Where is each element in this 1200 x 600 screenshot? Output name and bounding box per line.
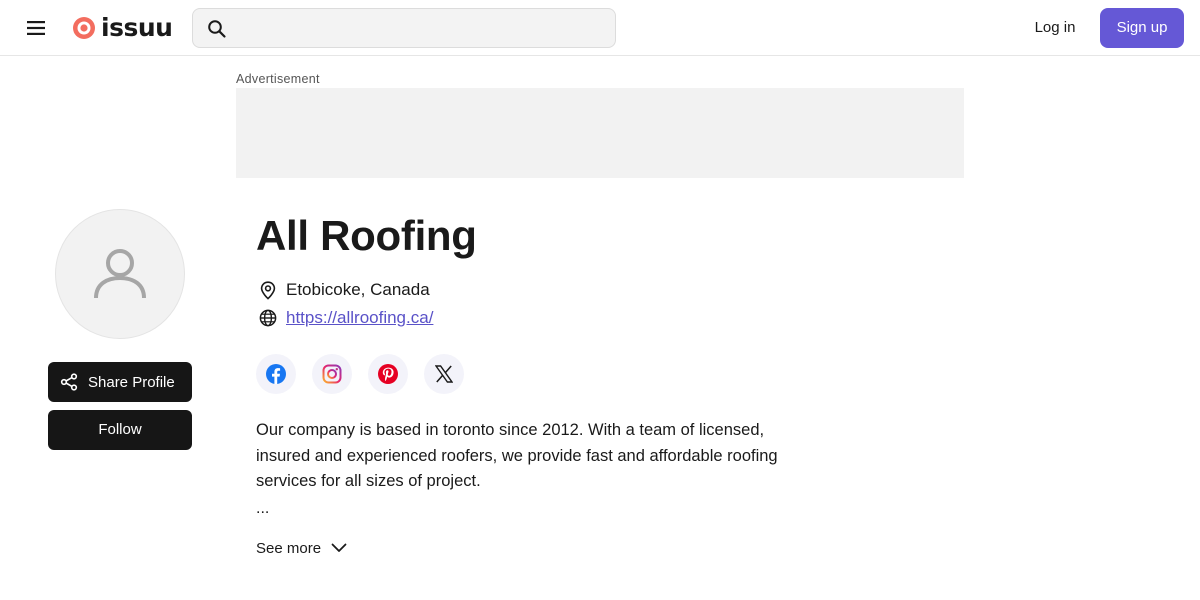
user-placeholder-icon [94, 249, 146, 299]
share-profile-button[interactable]: Share Profile [48, 362, 192, 402]
bio-ellipsis: ... [256, 500, 270, 517]
location-text: Etobicoke, Canada [286, 280, 430, 299]
login-link[interactable]: Log in [1022, 8, 1088, 48]
search-icon [208, 20, 226, 38]
instagram-link[interactable] [312, 354, 352, 394]
facebook-link[interactable] [256, 354, 296, 394]
profile-name: All Roofing [256, 212, 477, 259]
profile-bio: Our company is based in toronto since 20… [256, 421, 778, 490]
menu-icon [27, 21, 45, 35]
share-icon [60, 373, 78, 391]
logo-text: issuu [101, 13, 173, 42]
follow-button[interactable]: Follow [48, 410, 192, 450]
share-profile-label: Share Profile [88, 373, 175, 391]
advertisement-slot [236, 88, 964, 178]
social-links [256, 354, 464, 394]
see-more-button[interactable]: See more [256, 536, 347, 560]
search-input[interactable] [237, 9, 607, 47]
pinterest-icon [378, 364, 398, 384]
profile-avatar [55, 209, 185, 339]
instagram-icon [322, 364, 342, 384]
see-more-label: See more [256, 539, 322, 557]
pinterest-link[interactable] [368, 354, 408, 394]
globe-icon [258, 308, 278, 328]
signup-button[interactable]: Sign up [1100, 8, 1184, 48]
facebook-icon [266, 364, 286, 384]
issuu-logo-icon [73, 17, 95, 39]
profile-location: Etobicoke, Canada [258, 279, 430, 301]
search-bar[interactable] [192, 8, 616, 48]
website-link[interactable]: https://allroofing.ca/ [286, 308, 433, 328]
location-pin-icon [258, 280, 278, 300]
hamburger-menu-button[interactable] [22, 14, 50, 42]
issuu-logo[interactable]: issuu [72, 13, 173, 42]
x-twitter-link[interactable] [424, 354, 464, 394]
profile-website: https://allroofing.ca/ [258, 307, 433, 329]
chevron-down-icon [331, 543, 347, 552]
advertisement-label: Advertisement [236, 72, 320, 86]
x-icon [435, 365, 453, 383]
top-header: issuu Log in Sign up [0, 0, 1200, 56]
